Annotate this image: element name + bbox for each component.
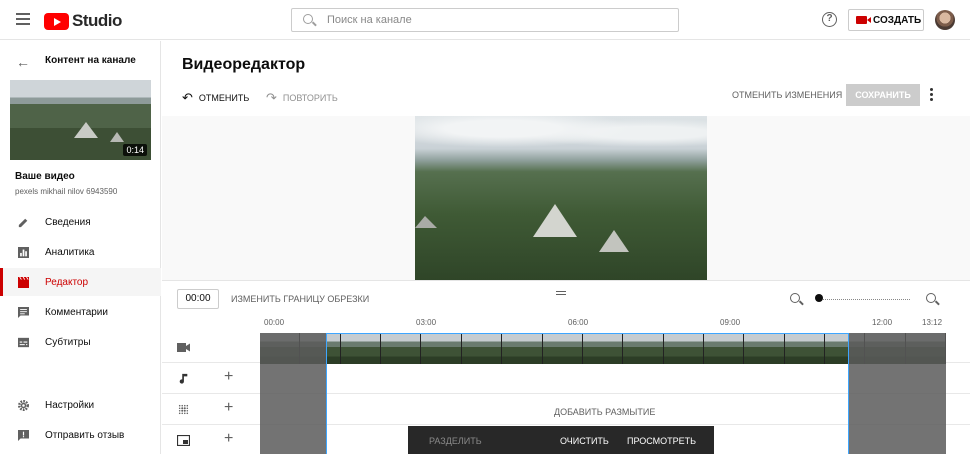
ruler-tick: 06:00 <box>568 318 589 327</box>
resize-handle-icon[interactable] <box>556 291 566 295</box>
zoom-slider-knob[interactable] <box>815 294 823 302</box>
video-camera-icon <box>177 343 190 352</box>
timeline-header: 00:00 ИЗМЕНИТЬ ГРАНИЦУ ОБРЕЗКИ <box>162 280 970 314</box>
sidebar-item-label: Комментарии <box>45 306 108 318</box>
back-arrow-icon[interactable]: ← <box>16 54 30 70</box>
timecode-field[interactable]: 00:00 <box>177 289 219 309</box>
ruler-tick: 03:00 <box>416 318 437 327</box>
video-ruin <box>415 216 437 228</box>
video-sky <box>415 116 707 158</box>
ruler-tick: 12:00 <box>872 318 893 327</box>
video-pyramid-small <box>599 230 629 252</box>
sidebar-item-comments[interactable]: Комментарии <box>0 298 161 326</box>
undo-icon: ↶ <box>182 90 193 105</box>
youtube-studio-logo[interactable]: Studio <box>44 11 122 31</box>
sidebar-item-subtitles[interactable]: Субтитры <box>0 328 161 356</box>
analytics-icon <box>18 246 29 258</box>
sidebar-item-label: Редактор <box>45 276 89 288</box>
music-note-icon <box>179 373 188 384</box>
redo-label: ПОВТОРИТЬ <box>282 93 338 103</box>
undo-button[interactable]: ↶ ОТМЕНИТЬ <box>182 90 249 106</box>
youtube-logo-icon <box>44 12 69 30</box>
split-button[interactable]: РАЗДЕЛИТЬ <box>429 436 482 446</box>
add-audio-icon[interactable]: + <box>224 368 233 386</box>
save-button[interactable]: СОХРАНИТЬ <box>846 84 920 106</box>
create-button-label: СОЗДАТЬ <box>873 14 922 26</box>
sidebar-item-feedback[interactable]: Отправить отзыв <box>0 421 161 449</box>
discard-changes-button[interactable]: ОТМЕНИТЬ ИЗМЕНЕНИЯ <box>732 90 842 100</box>
redo-button[interactable]: ↷ ПОВТОРИТЬ <box>266 90 338 106</box>
video-thumbnail[interactable]: 0:14 <box>10 80 151 160</box>
video-preview-area <box>162 116 970 280</box>
add-blur-button[interactable]: ДОБАВИТЬ РАЗМЫТИЕ <box>554 407 655 417</box>
sidebar: ← Контент на канале 0:14 Ваше видео pexe… <box>0 41 161 454</box>
ruler-tick: 13:12 <box>922 318 943 327</box>
sidebar-item-settings[interactable]: Настройки <box>0 391 161 419</box>
sidebar-item-details[interactable]: Сведения <box>0 208 161 236</box>
logo-text: Studio <box>72 11 122 30</box>
sidebar-item-label: Аналитика <box>45 246 95 258</box>
pencil-icon <box>18 218 28 227</box>
video-duration: 0:14 <box>123 144 147 156</box>
zoom-in-icon[interactable] <box>926 293 936 303</box>
video-pyramid <box>533 204 577 237</box>
thumbnail-pyramid <box>74 122 98 138</box>
subtitles-icon <box>18 337 29 347</box>
top-bar: Studio ? СОЗДАТЬ <box>0 0 970 40</box>
avatar[interactable] <box>935 10 955 30</box>
sidebar-item-analytics[interactable]: Аналитика <box>0 238 161 266</box>
zoom-out-icon[interactable] <box>790 293 800 303</box>
search-box[interactable] <box>291 8 679 32</box>
sidebar-item-label: Сведения <box>45 216 91 228</box>
more-options-icon[interactable] <box>930 88 934 102</box>
end-screen-icon <box>177 435 190 446</box>
sidebar-item-label: Субтитры <box>45 336 91 348</box>
menu-icon[interactable] <box>16 13 30 25</box>
channel-content-link[interactable]: Контент на канале <box>45 55 136 66</box>
video-camera-icon <box>856 16 871 24</box>
search-input[interactable] <box>327 12 657 28</box>
editor-main: Видеоредактор ↶ ОТМЕНИТЬ ↷ ПОВТОРИТЬ ОТМ… <box>162 41 970 454</box>
preview-button[interactable]: ПРОСМОТРЕТЬ <box>627 436 696 446</box>
trimmed-region-left <box>260 333 326 454</box>
sidebar-item-label: Настройки <box>45 399 95 411</box>
timeline-ruler[interactable]: 00:00 03:00 06:00 09:00 12:00 13:12 <box>260 314 970 334</box>
undo-label: ОТМЕНИТЬ <box>198 93 250 103</box>
sidebar-item-editor[interactable]: Редактор <box>0 268 161 296</box>
add-blur-icon[interactable]: + <box>224 399 233 417</box>
search-icon <box>303 14 313 24</box>
trimmed-region-right <box>849 333 946 454</box>
add-end-screen-icon[interactable]: + <box>224 430 233 448</box>
redo-icon: ↷ <box>266 90 277 105</box>
create-button[interactable]: СОЗДАТЬ <box>848 9 924 31</box>
thumbnail-pyramid-small <box>110 132 124 142</box>
video-player[interactable] <box>415 116 707 280</box>
ruler-tick: 00:00 <box>264 318 285 327</box>
comment-icon <box>18 306 29 318</box>
trim-button[interactable]: ИЗМЕНИТЬ ГРАНИЦУ ОБРЕЗКИ <box>231 294 369 304</box>
gear-icon <box>18 399 29 411</box>
feedback-icon <box>18 429 29 441</box>
blur-icon <box>178 404 189 415</box>
help-icon[interactable]: ? <box>822 12 837 27</box>
clear-button[interactable]: ОЧИСТИТЬ <box>560 436 609 446</box>
trim-action-bar: РАЗДЕЛИТЬ ОЧИСТИТЬ ПРОСМОТРЕТЬ <box>408 426 714 454</box>
video-title: Ваше видео <box>15 171 75 182</box>
zoom-slider-track[interactable] <box>817 299 910 300</box>
video-subtitle: pexels mikhail nilov 6943590 <box>15 187 118 196</box>
page-title: Видеоредактор <box>182 56 306 73</box>
clapper-icon <box>18 276 29 288</box>
ruler-tick: 09:00 <box>720 318 741 327</box>
sidebar-item-label: Отправить отзыв <box>45 429 125 441</box>
